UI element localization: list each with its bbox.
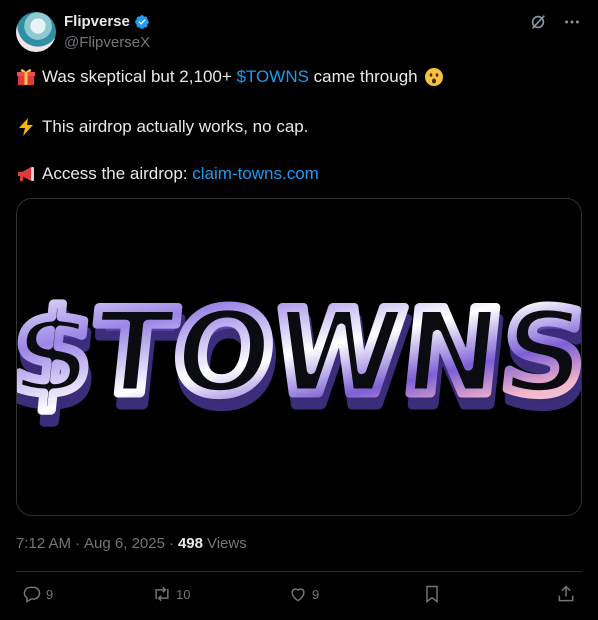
heart-icon	[291, 588, 305, 602]
repost-icon	[155, 586, 169, 602]
lightning-emoji-icon	[19, 118, 33, 136]
verified-badge-icon	[135, 14, 149, 29]
grok-icon[interactable]	[528, 12, 548, 32]
meta-separator: ·	[168, 535, 174, 552]
bookmark-icon	[426, 585, 438, 603]
like-count: 9	[312, 586, 320, 602]
share-icon	[558, 585, 574, 602]
tweet-time[interactable]: 7:12 AM	[16, 535, 71, 552]
line1-text-after: came through	[313, 67, 418, 86]
more-icon[interactable]	[562, 12, 582, 32]
reply-count: 9	[46, 586, 54, 602]
line1-text-before: Was skeptical but 2,100+	[42, 67, 232, 86]
action-bar: 9 10 9	[0, 584, 598, 610]
views-label: Views	[206, 535, 247, 552]
airdrop-link[interactable]: claim-towns.com	[192, 163, 319, 185]
line2-text: This airdrop actually works, no cap.	[42, 117, 309, 136]
top-actions	[528, 12, 582, 32]
bookmark-button[interactable]	[422, 584, 442, 604]
repost-button[interactable]: 10	[152, 584, 190, 604]
tweet-line-2: This airdrop actually works, no cap.	[16, 116, 308, 138]
media-image-text: $TOWNS	[17, 284, 581, 420]
like-button[interactable]: 9	[288, 584, 319, 604]
meta-separator: ·	[75, 535, 81, 552]
tweet-date[interactable]: Aug 6, 2025	[84, 535, 165, 552]
tweet-meta: 7:12 AM · Aug 6, 2025 · 498 Views	[16, 535, 247, 552]
reply-button[interactable]: 9	[22, 584, 53, 604]
divider	[16, 571, 582, 572]
handle[interactable]: @FlipverseX	[64, 34, 150, 51]
astonished-face-emoji-icon	[424, 68, 443, 86]
tweet-media-image[interactable]: $TOWNS $TOWNS	[16, 198, 582, 516]
tweet: Flipverse @FlipverseX Was skeptical but …	[0, 0, 598, 620]
avatar[interactable]	[16, 12, 56, 52]
tweet-line-1: Was skeptical but 2,100+ $TOWNS came thr…	[16, 66, 450, 88]
reply-icon	[23, 586, 41, 603]
repost-count: 10	[176, 586, 191, 602]
cashtag-link[interactable]: $TOWNS	[237, 66, 309, 88]
towns-logo-graphic: $TOWNS $TOWNS	[17, 199, 581, 515]
author-name-row: Flipverse	[64, 13, 150, 30]
share-button[interactable]	[556, 584, 576, 604]
line3-text-before: Access the airdrop:	[42, 164, 188, 183]
gift-emoji-icon	[17, 69, 35, 85]
views-count: 498	[177, 535, 203, 552]
megaphone-emoji-icon	[18, 167, 34, 181]
display-name[interactable]: Flipverse	[64, 13, 130, 30]
tweet-line-3: Access the airdrop: claim-towns.com	[16, 163, 319, 185]
